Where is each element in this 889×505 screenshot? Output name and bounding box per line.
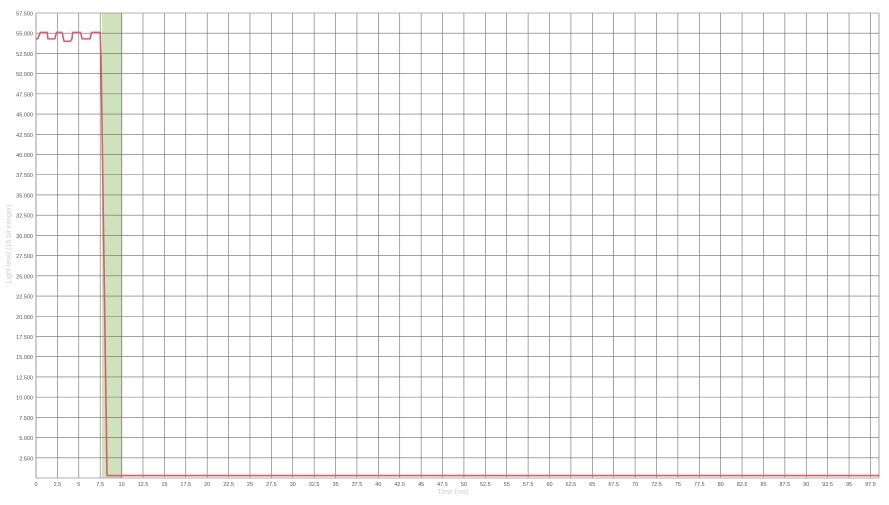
x-tick-label: 90 (803, 482, 809, 488)
x-tick-label: 50 (461, 482, 467, 488)
series-point (99, 31, 101, 34)
y-tick-label: 7.500 (19, 416, 33, 422)
y-tick-label: 35.000 (16, 193, 33, 199)
x-tick-label: 42.5 (394, 482, 405, 488)
x-tick-label: 45 (418, 482, 424, 488)
y-tick-label: 30.000 (16, 234, 33, 240)
y-tick-label: 27.500 (16, 254, 33, 260)
series-point (100, 56, 102, 59)
x-tick-label: 30 (290, 482, 296, 488)
x-tick-label: 65 (589, 482, 595, 488)
series-point (106, 474, 108, 477)
series-point (54, 38, 56, 40)
x-tick-label: 25 (247, 482, 253, 488)
highlight-band-layer (101, 13, 123, 478)
y-tick-label: 12.500 (16, 375, 33, 381)
series-point (63, 40, 65, 42)
x-tick-label: 22.5 (223, 482, 234, 488)
x-tick-label: 27.5 (266, 482, 277, 488)
series-point (91, 31, 93, 34)
x-tick-label: 0 (34, 482, 37, 488)
x-tick-label: 12.5 (138, 482, 149, 488)
x-tick-label: 47.5 (437, 482, 448, 488)
y-axis-ticks: 2.500 5.000 7.500 10.000 12.500 15.000 17.500 2… (16, 12, 33, 463)
x-axis-ticks: 0 2.5 5 7.5 10 12.5 15 17.5 20 22.5 25 27.5 30 32.5 35… (34, 482, 875, 488)
series-point (89, 38, 91, 40)
x-tick-label: 70 (632, 482, 638, 488)
y-tick-label: 32.500 (16, 214, 33, 220)
series-point (61, 33, 64, 35)
x-tick-label: 17.5 (180, 482, 191, 488)
series-point (39, 31, 41, 34)
series-point (47, 38, 49, 40)
x-tick-label: 15 (161, 482, 167, 488)
series-point (69, 40, 71, 42)
series-point (35, 38, 37, 40)
x-tick-label: 77.5 (694, 482, 705, 488)
x-tick-label: 97.5 (865, 482, 876, 488)
x-tick-label: 57.5 (523, 482, 534, 488)
y-tick-label: 10.000 (16, 396, 33, 402)
y-tick-label: 37.500 (16, 173, 33, 179)
x-tick-label: 52.5 (480, 482, 491, 488)
x-tick-label: 20 (204, 482, 210, 488)
x-tick-label: 55 (504, 482, 510, 488)
y-tick-label: 40.000 (16, 153, 33, 159)
x-tick-label: 60 (546, 482, 552, 488)
y-tick-label: 45.000 (16, 113, 33, 119)
x-tick-label: 62.5 (566, 482, 577, 488)
series-point (61, 31, 63, 34)
x-tick-label: 35 (332, 482, 338, 488)
y-tick-label: 42.500 (16, 133, 33, 139)
y-tick-label: 47.500 (16, 92, 33, 98)
y-tick-label: 22.500 (16, 295, 33, 301)
y-tick-label: 57.500 (16, 12, 33, 18)
x-tick-label: 95 (846, 482, 852, 488)
highlight-band (101, 13, 123, 478)
chart-container: 2.500 5.000 7.500 10.000 12.500 15.000 17.500 2… (0, 0, 889, 500)
y-axis-label: Light level (16 bit integer) (6, 205, 13, 284)
series-point (81, 38, 83, 40)
x-tick-label: 72.5 (651, 482, 662, 488)
y-tick-label: 25.000 (16, 274, 33, 280)
series-point (37, 38, 39, 40)
x-tick-label: 40 (375, 482, 381, 488)
y-tick-label: 2.500 (19, 456, 33, 462)
series-point (55, 31, 58, 34)
y-tick-label: 55.000 (16, 32, 33, 38)
y-tick-label: 15.000 (16, 355, 33, 361)
x-tick-label: 7.5 (96, 482, 104, 488)
x-tick-label: 32.5 (309, 482, 320, 488)
series-point (62, 38, 64, 40)
x-tick-label: 82.5 (737, 482, 748, 488)
series-point (71, 38, 73, 40)
grid-layer (35, 12, 880, 479)
x-tick-label: 5 (77, 482, 80, 488)
x-tick-label: 10 (119, 482, 125, 488)
x-axis-label: Time (ms) (437, 489, 468, 496)
y-tick-label: 50.000 (16, 72, 33, 78)
y-tick-label: 20.000 (16, 315, 33, 321)
x-tick-label: 67.5 (608, 482, 619, 488)
line-chart: 2.500 5.000 7.500 10.000 12.500 15.000 17.500 2… (6, 12, 880, 496)
y-tick-label: 52.500 (16, 52, 33, 58)
x-tick-label: 75 (675, 482, 681, 488)
y-tick-label: 17.500 (16, 335, 33, 341)
x-tick-label: 85 (760, 482, 766, 488)
series-point (878, 474, 880, 477)
x-tick-label: 2.5 (54, 482, 62, 488)
x-tick-label: 80 (718, 482, 724, 488)
series-point (79, 31, 82, 34)
x-tick-label: 37.5 (352, 482, 363, 488)
series-point (46, 31, 48, 34)
series-point (72, 31, 74, 34)
series-line (36, 31, 879, 477)
y-tick-label: 5.000 (19, 436, 33, 442)
series-layer (35, 31, 880, 477)
x-tick-label: 92.5 (822, 482, 833, 488)
x-tick-label: 87.5 (779, 482, 790, 488)
